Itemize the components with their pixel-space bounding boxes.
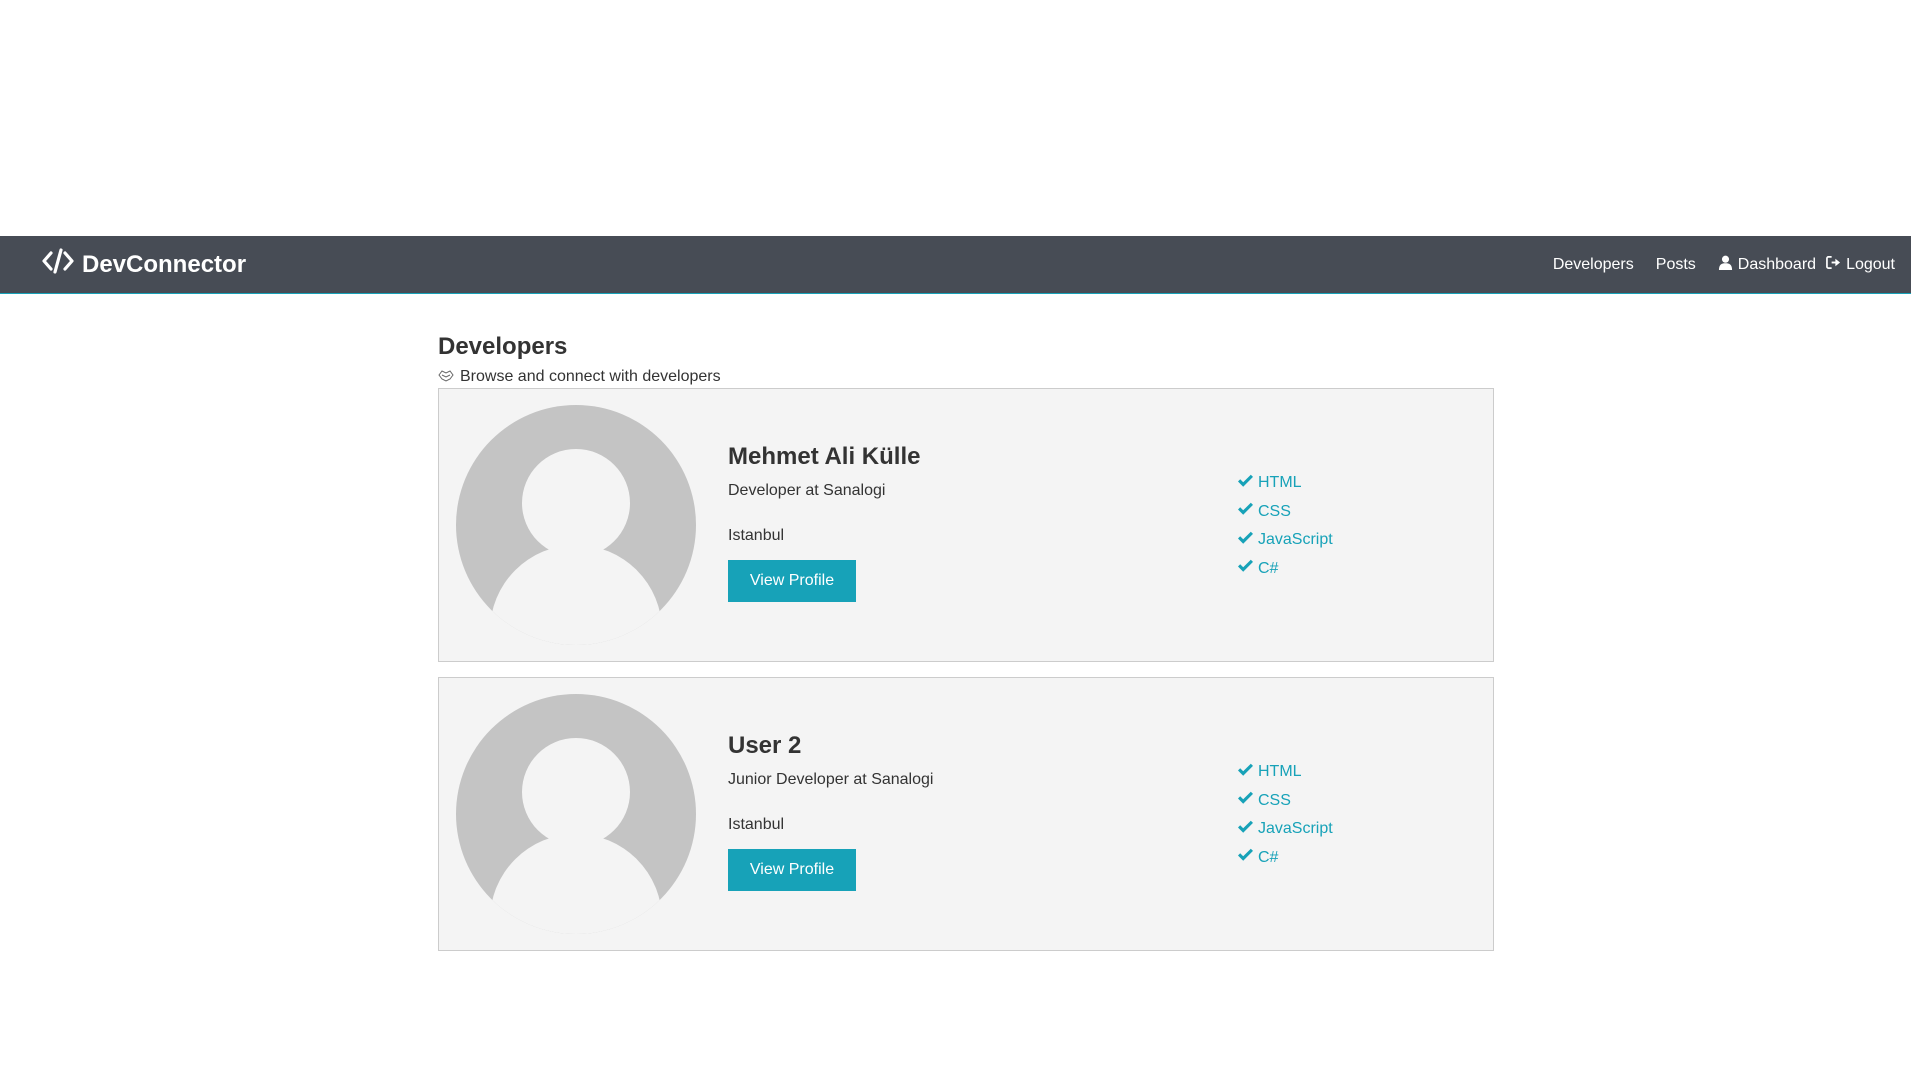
nav-posts[interactable]: Posts [1656,256,1696,274]
profile-location: Istanbul [728,816,785,833]
profile-location: Istanbul [728,527,785,544]
profile-status: Developer at Sanalogi [728,482,886,499]
nav-dashboard-label: Dashboard [1737,255,1817,273]
profile-status: Junior Developer at Sanalogi [728,771,934,788]
profile-card: User 2 Junior Developer at Sanalogi Ista… [438,677,1494,951]
skill-label: CSS [1258,502,1291,520]
check-icon [1237,531,1254,550]
profile-card: Mehmet Ali Külle Developer at Sanalogi I… [438,388,1494,662]
skill-label: CSS [1258,791,1291,809]
code-icon [42,248,74,281]
view-profile-button[interactable]: View Profile [728,849,856,891]
check-icon [1237,559,1254,578]
skill-label: C# [1258,848,1279,866]
view-profile-button[interactable]: View Profile [728,560,856,602]
navbar: DevConnector Developers Posts Dashboard … [0,236,1911,294]
brand-link[interactable]: DevConnector [42,248,246,281]
brand-title: DevConnector [82,250,247,278]
skill-item: HTML [1237,469,1333,498]
page-title: Developers [438,333,568,360]
skill-item: JavaScript [1237,815,1333,844]
skills-list: HTML CSS JavaScript C# [1237,469,1333,583]
skill-item: JavaScript [1237,526,1333,555]
nav-dashboard[interactable]: Dashboard [1718,255,1816,275]
skills-list: HTML CSS JavaScript C# [1237,758,1333,872]
skill-item: HTML [1237,758,1333,787]
profile-name: User 2 [728,732,802,759]
nav-logout-label: Logout [1846,255,1895,273]
page-lead-text: Browse and connect with developers [460,368,721,385]
skill-label: JavaScript [1258,820,1333,838]
skill-label: HTML [1258,474,1302,492]
skill-label: JavaScript [1258,531,1333,549]
profile-info: User 2 Junior Developer at Sanalogi Ista… [728,730,933,891]
check-icon [1237,820,1254,839]
skill-label: HTML [1258,763,1302,781]
avatar [456,405,696,645]
profile-name: Mehmet Ali Külle [728,443,921,470]
skill-label: C# [1258,559,1279,577]
connect-icon [438,367,454,388]
page-lead: Browse and connect with developers [438,366,1494,388]
check-icon [1237,763,1254,782]
skill-item: CSS [1237,787,1333,816]
nav-logout[interactable]: Logout [1826,255,1895,275]
avatar [456,694,696,934]
skill-item: CSS [1237,498,1333,527]
profile-info: Mehmet Ali Külle Developer at Sanalogi I… [728,441,920,602]
skill-item: C# [1237,844,1333,873]
check-icon [1237,474,1254,493]
check-icon [1237,791,1254,810]
profiles-list: Mehmet Ali Külle Developer at Sanalogi I… [438,388,1494,951]
sign-out-icon [1826,255,1841,275]
skill-item: C# [1237,555,1333,584]
main-container: Developers Browse and connect with devel… [438,330,1494,951]
nav-developers[interactable]: Developers [1553,256,1634,274]
check-icon [1237,502,1254,521]
user-icon [1718,255,1733,275]
nav-links: Developers Posts Dashboard Logout [1553,255,1895,275]
check-icon [1237,848,1254,867]
